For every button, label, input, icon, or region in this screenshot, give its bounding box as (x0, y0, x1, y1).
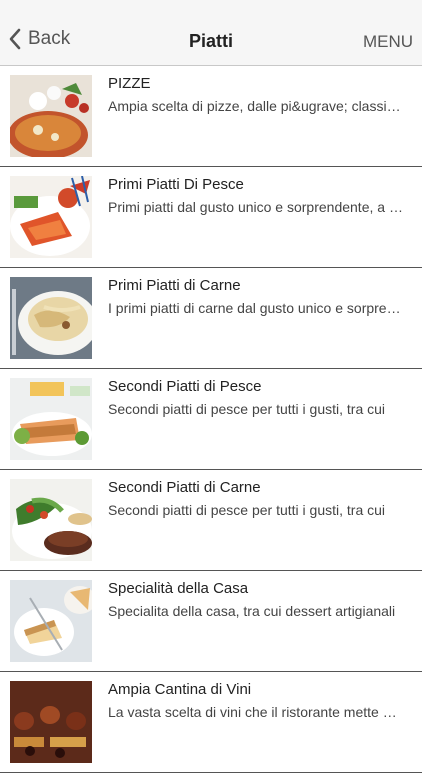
item-description: I primi piatti di carne dal gusto unico … (108, 300, 404, 316)
list-item[interactable]: PIZZE Ampia scelta di pizze, dalle pi&ug… (0, 66, 422, 167)
wine-cellar-photo (10, 681, 92, 763)
item-title: Primi Piatti Di Pesce (108, 176, 244, 193)
page-title: Piatti (188, 31, 233, 51)
item-title: Secondi Piatti di Carne (108, 479, 261, 496)
list-item[interactable]: Specialità della Casa Specialita della c… (0, 571, 422, 672)
item-description: Primi piatti dal gusto unico e sorprende… (108, 199, 404, 215)
item-description: Ampia scelta di pizze, dalle pi&ugrave; … (108, 98, 404, 114)
navigation-bar: Back Piatti MENU (0, 0, 422, 66)
item-title: Secondi Piatti di Pesce (108, 378, 262, 395)
dessert-photo (10, 580, 92, 662)
pizza-photo (10, 75, 92, 157)
fish-dish-photo (10, 378, 92, 460)
item-description: Specialita della casa, tra cui dessert a… (108, 603, 396, 619)
list-item[interactable]: Secondi Piatti di Pesce Secondi piatti d… (0, 369, 422, 470)
dish-category-list: PIZZE Ampia scelta di pizze, dalle pi&ug… (0, 66, 422, 773)
list-item[interactable]: Ampia Cantina di Vini La vasta scelta di… (0, 672, 422, 773)
item-description: Secondi piatti di pesce per tutti i gust… (108, 401, 386, 417)
item-title: PIZZE (108, 75, 151, 92)
item-description: La vasta scelta di vini che il ristorant… (108, 704, 404, 720)
meat-dish-photo (10, 479, 92, 561)
seafood-pasta-photo (10, 176, 92, 258)
list-item[interactable]: Secondi Piatti di Carne Secondi piatti d… (0, 470, 422, 571)
item-title: Ampia Cantina di Vini (108, 681, 252, 698)
list-item[interactable]: Primi Piatti Di Pesce Primi piatti dal g… (0, 167, 422, 268)
list-item[interactable]: Primi Piatti di Carne I primi piatti di … (0, 268, 422, 369)
item-title: Specialità della Casa (108, 580, 249, 597)
item-title: Primi Piatti di Carne (108, 277, 241, 294)
meat-pasta-photo (10, 277, 92, 359)
item-description: Secondi piatti di pesce per tutti i gust… (108, 502, 386, 518)
menu-button[interactable]: MENU (363, 32, 413, 52)
